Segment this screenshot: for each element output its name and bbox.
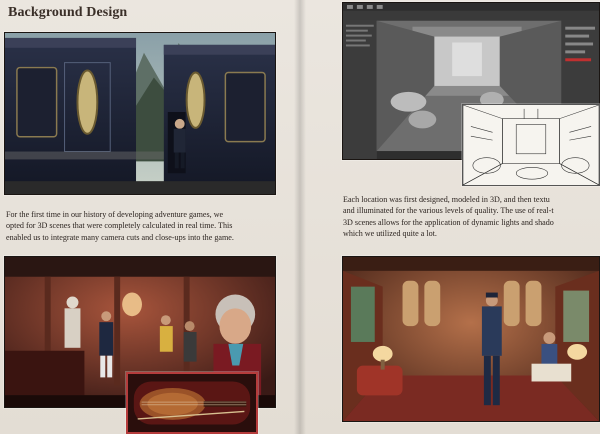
carriage-interior-image xyxy=(342,256,600,422)
right-paragraph-line: which we utilized quite a lot. xyxy=(343,228,437,238)
train-exterior-image xyxy=(4,32,276,195)
right-paragraph-line: Each location was first designed, modele… xyxy=(343,195,550,204)
left-paragraph-line: For the first time in our history of dev… xyxy=(6,210,224,219)
section-heading: Background Design xyxy=(8,5,128,20)
book-gutter xyxy=(294,0,306,434)
left-paragraph-line: opted for 3D scenes that were completely… xyxy=(6,221,233,231)
right-paragraph-line: 3D scenes allows for the application of … xyxy=(343,217,554,227)
left-paragraph-line: enabled us to integrate many camera cuts… xyxy=(6,232,234,242)
concept-sketch-inset xyxy=(462,104,600,186)
right-paragraph: Each location was first designed, modele… xyxy=(343,194,600,239)
left-paragraph: For the first time in our history of dev… xyxy=(6,209,278,243)
right-paragraph-line: and illuminated for the various levels o… xyxy=(343,206,554,216)
violin-closeup-inset xyxy=(126,372,258,434)
